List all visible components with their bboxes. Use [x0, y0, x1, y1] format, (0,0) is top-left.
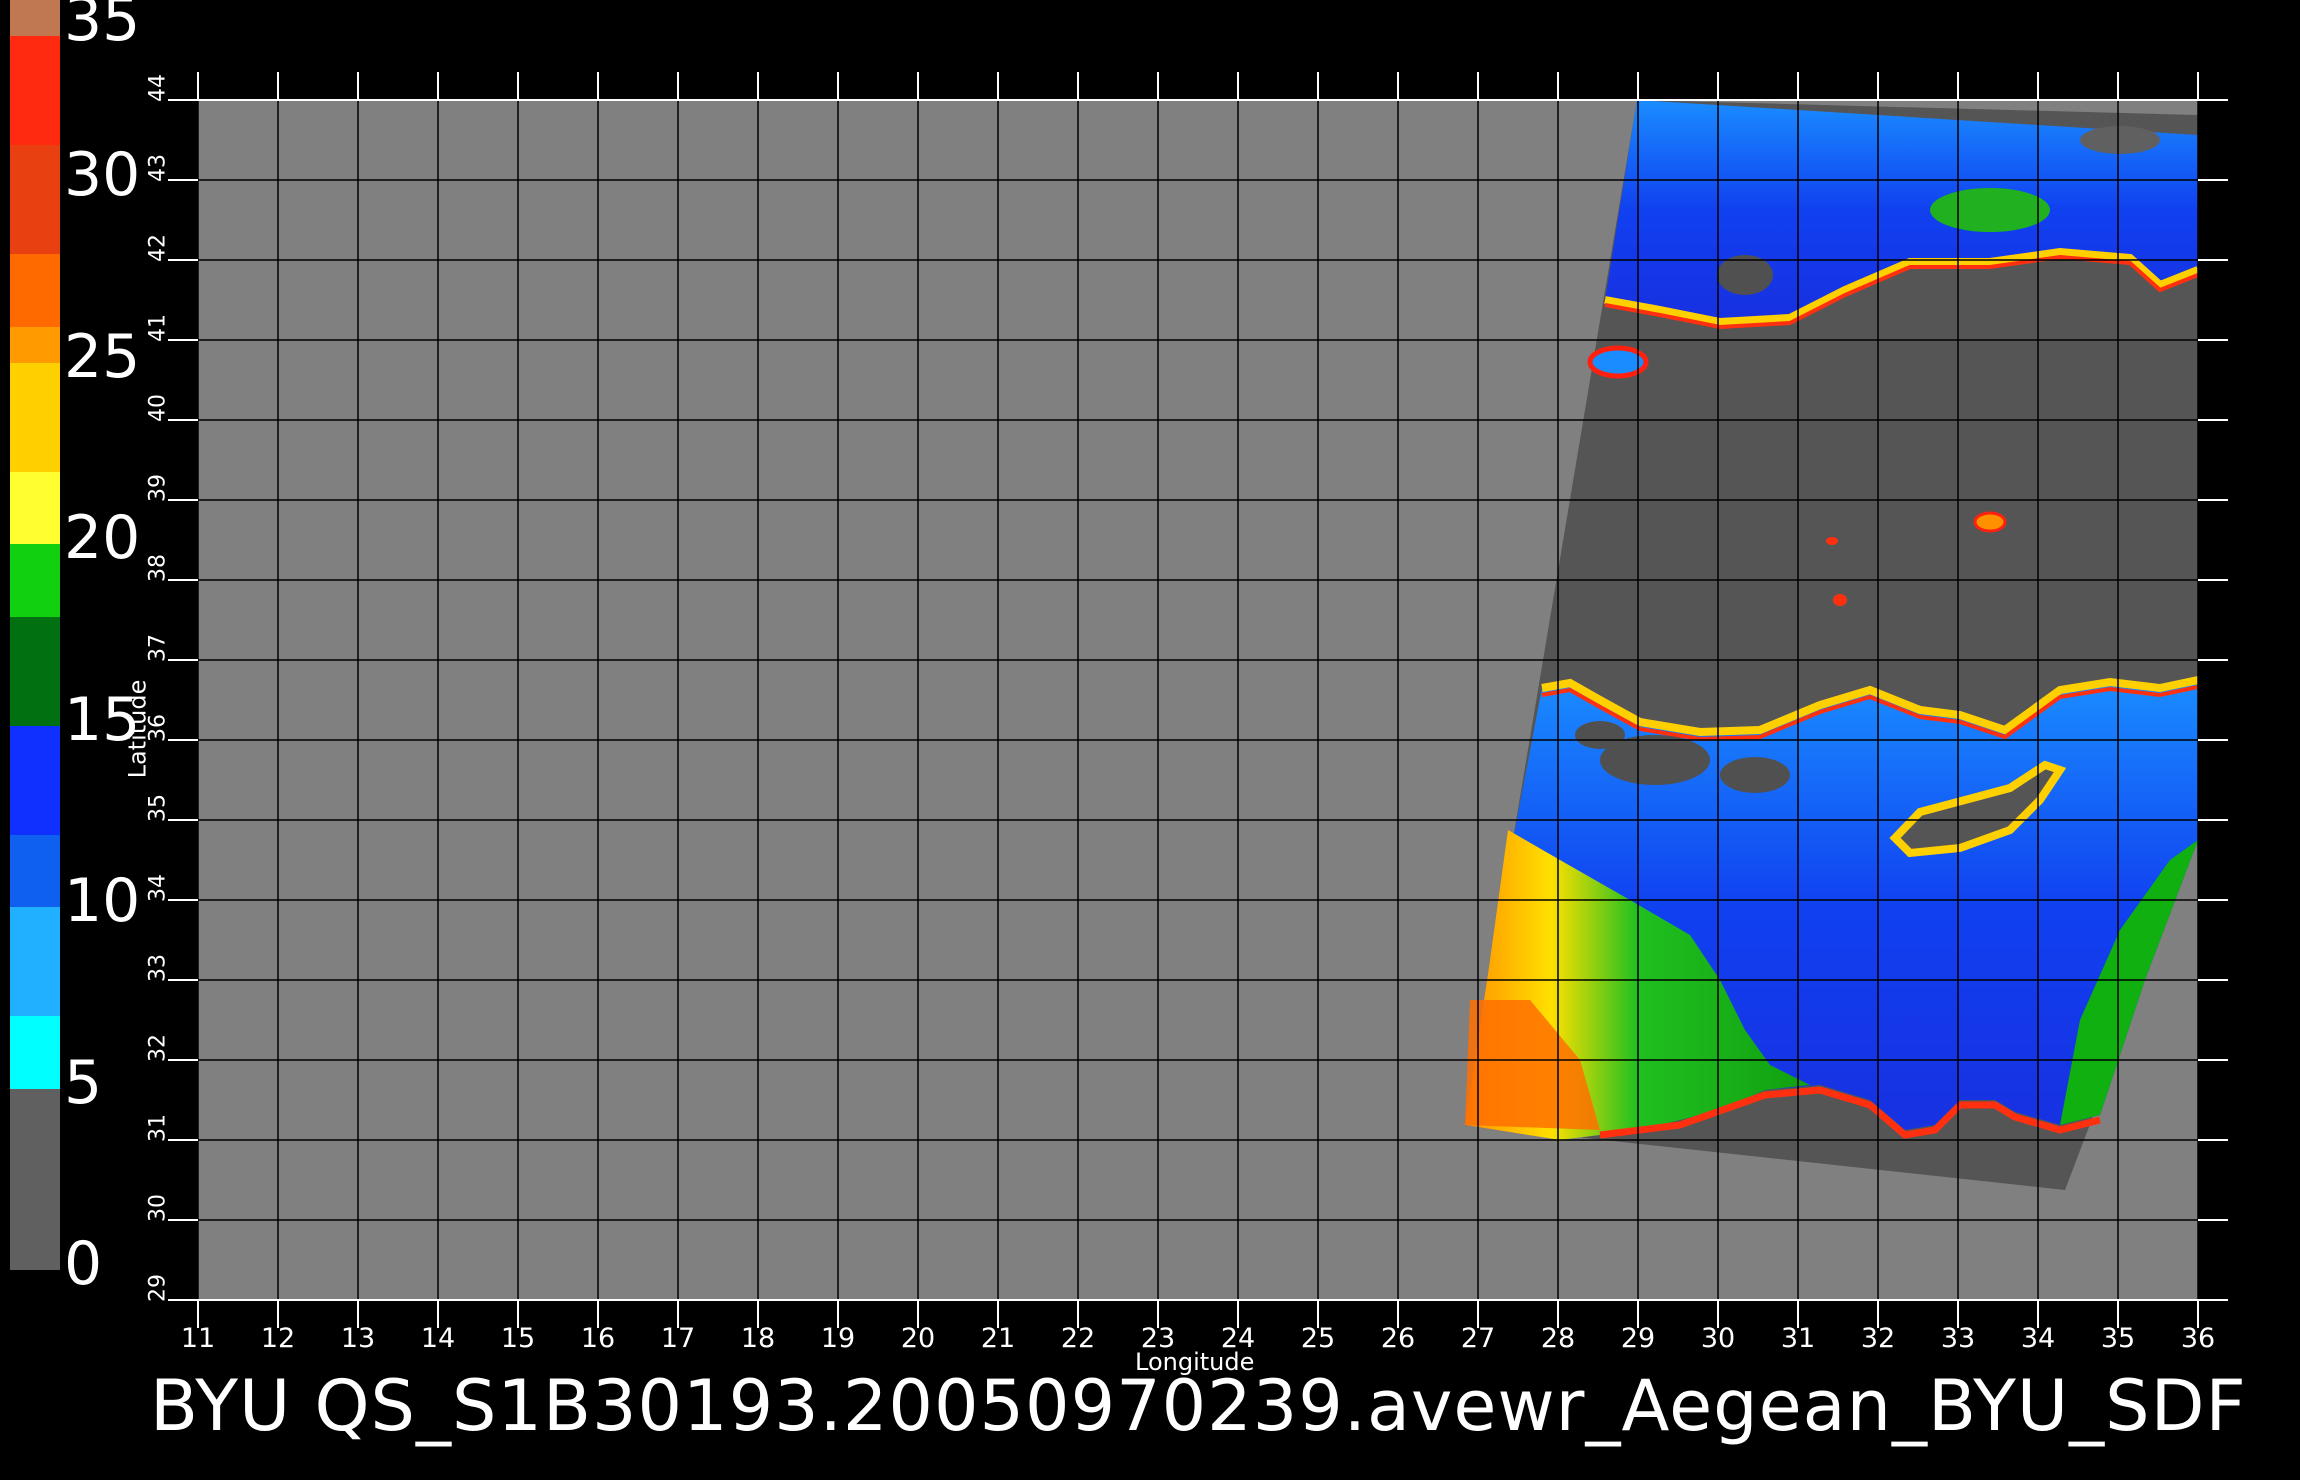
lon-tick-label: 28 [1540, 1323, 1576, 1354]
lon-tick-label: 15 [500, 1323, 536, 1354]
lon-tick-label: 16 [580, 1323, 616, 1354]
lon-tick-label: 35 [2100, 1323, 2136, 1354]
lon-tick-label: 12 [260, 1323, 296, 1354]
lon-tick-label: 18 [740, 1323, 776, 1354]
lon-tick-label: 32 [1860, 1323, 1896, 1354]
lat-tick-label: 35 [145, 794, 171, 822]
lon-tick-label: 34 [2020, 1323, 2056, 1354]
lon-tick-label: 25 [1300, 1323, 1336, 1354]
lon-tick-label: 21 [980, 1323, 1016, 1354]
lat-tick-label: 33 [145, 954, 171, 982]
lon-tick-label: 13 [340, 1323, 376, 1354]
lon-tick-label: 30 [1700, 1323, 1736, 1354]
footer-caption: BYU QS_S1B30193.20050970239.avewr_Aegean… [150, 1365, 2247, 1447]
lat-tick-label: 44 [145, 74, 171, 102]
lat-tick-label: 40 [145, 394, 171, 422]
lon-tick-label: 26 [1380, 1323, 1416, 1354]
lon-tick-label: 11 [180, 1323, 216, 1354]
lon-tick-label: 22 [1060, 1323, 1096, 1354]
lat-tick-label: 32 [145, 1034, 171, 1062]
lat-tick-label: 42 [145, 234, 171, 262]
lat-tick-label: 37 [145, 634, 171, 662]
lon-tick-label: 29 [1620, 1323, 1656, 1354]
lon-tick-label: 33 [1940, 1323, 1976, 1354]
lat-tick-label: 39 [145, 474, 171, 502]
lat-tick-label: 34 [145, 874, 171, 902]
lon-tick-label: 36 [2180, 1323, 2216, 1354]
y-axis-title: Latitude [123, 679, 152, 779]
lon-tick-label: 17 [660, 1323, 696, 1354]
lat-tick-label: 43 [145, 154, 171, 182]
lat-tick-label: 41 [145, 314, 171, 342]
lon-tick-label: 27 [1460, 1323, 1496, 1354]
wind-map-figure: 35 30 25 20 15 10 5 0 11 12 13 14 15 16 … [0, 0, 2300, 1480]
lat-tick-label: 29 [145, 1274, 171, 1302]
lon-tick-label: 19 [820, 1323, 856, 1354]
lon-tick-label: 14 [420, 1323, 456, 1354]
lon-tick-label: 20 [900, 1323, 936, 1354]
lon-tick-label: 31 [1780, 1323, 1816, 1354]
map-plot [168, 72, 2228, 1328]
lat-tick-label: 30 [145, 1194, 171, 1222]
lat-tick-label: 38 [145, 554, 171, 582]
lat-tick-label: 31 [145, 1114, 171, 1142]
